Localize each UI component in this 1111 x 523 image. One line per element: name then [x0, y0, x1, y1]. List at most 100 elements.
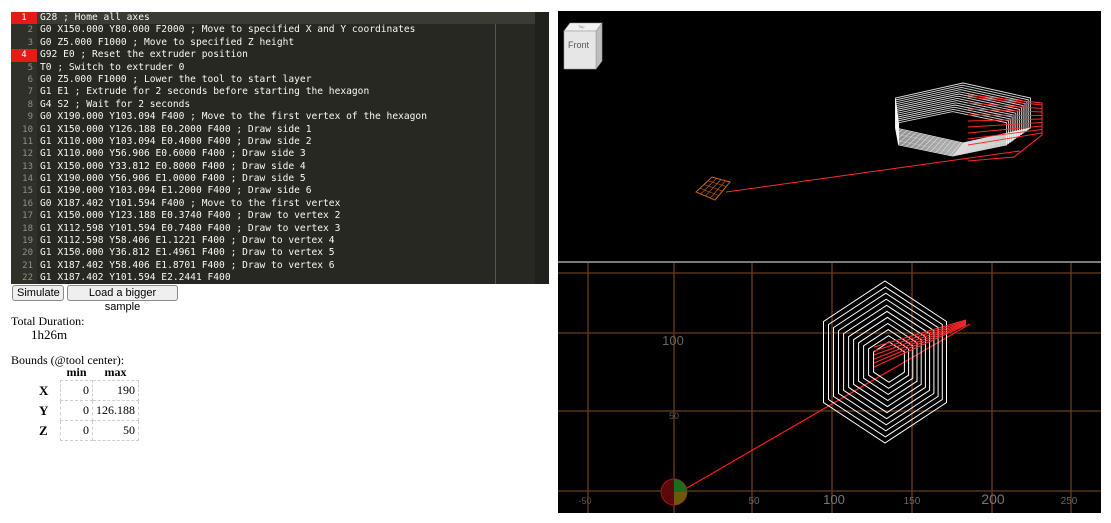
line-number: 22	[22, 273, 33, 284]
line-number: 19	[22, 236, 33, 247]
code-lines[interactable]: 1 G28 ; Home all axes 2 G0 X150.000 Y80.000…	[11, 12, 549, 284]
code-line[interactable]: 16 G0 X187.402 Y101.594 F400 ; Move to th…	[11, 198, 549, 210]
infill-line-3d	[967, 125, 1043, 134]
code-line[interactable]: 1 G28 ; Home all axes	[11, 12, 549, 25]
x-tick-label: -50	[578, 496, 591, 506]
bounds-table: min max X 0 190 Y 0 126.188 Z 0 50	[36, 365, 140, 441]
code-line[interactable]: 5 T0 ; Switch to extruder 0	[11, 62, 549, 74]
x-tick-label: 250	[1061, 496, 1078, 507]
view-cube-top-label: Top	[578, 24, 585, 29]
line-number: 13	[22, 161, 33, 172]
code-line[interactable]: 2 G0 X150.000 Y80.000 F2000 ; Move to spe…	[11, 24, 549, 36]
editor-scrollbar[interactable]	[535, 12, 549, 284]
bounds-z-max: 50	[92, 420, 140, 441]
line-number: 8	[27, 99, 33, 110]
bounds-x-max: 190	[92, 380, 140, 401]
code-line[interactable]: 13 G1 X150.000 Y33.812 E0.8000 F400 ; Dra…	[11, 161, 549, 173]
code-text: G1 E1 ; Extrude for 2 seconds before sta…	[40, 86, 370, 98]
code-line[interactable]: 7 G1 E1 ; Extrude for 2 seconds before st…	[11, 86, 549, 98]
code-line[interactable]: 15 G1 X190.000 Y103.094 E1.2000 F400 ; Dr…	[11, 185, 549, 197]
simulate-button[interactable]: Simulate	[12, 285, 64, 301]
line-number: 14	[22, 174, 33, 185]
origin-marker	[660, 478, 688, 506]
x-tick-label: 150	[904, 496, 921, 507]
y-tick-label: 50	[669, 411, 679, 421]
line-number: 10	[22, 124, 33, 135]
line-number: 15	[22, 186, 33, 197]
grid	[558, 263, 1101, 513]
line-number: 5	[27, 62, 33, 73]
code-line[interactable]: 20 G1 X150.000 Y36.812 E1.4961 F400 ; Dra…	[11, 247, 549, 259]
code-line[interactable]: 21 G1 X187.402 Y58.406 E1.8701 F400 ; Dra…	[11, 260, 549, 272]
code-line[interactable]: 22 G1 X187.402 Y101.594 E2.2441 F400	[11, 272, 549, 284]
line-number: 17	[22, 211, 33, 222]
line-number: 16	[22, 198, 33, 209]
infill-line-3d	[967, 114, 1043, 116]
bounds-header-max: max	[104, 365, 127, 379]
toolpath-2d	[823, 280, 967, 444]
x-tick-label: 100	[823, 492, 845, 507]
line-number: 6	[27, 74, 33, 85]
line-number: 7	[27, 87, 33, 98]
line-number: 11	[22, 136, 33, 147]
bounds-row-x: X 0 190	[36, 380, 140, 401]
code-line[interactable]: 19 G1 X112.598 Y58.406 E1.1221 F400 ; Dra…	[11, 235, 549, 247]
toolpath-3d	[895, 82, 1043, 162]
code-line[interactable]: 11 G1 X110.000 Y103.094 E0.4000 F400 ; Dr…	[11, 136, 549, 148]
code-text: G1 X150.000 Y123.188 E0.3740 F400 ; Draw…	[40, 210, 341, 222]
code-text: G1 X150.000 Y36.812 E1.4961 F400 ; Draw …	[40, 247, 335, 259]
bounds-header-row: min max	[36, 365, 139, 381]
gcode-editor[interactable]: 1 G28 ; Home all axes 2 G0 X150.000 Y80.000…	[11, 12, 549, 284]
code-text: G1 X112.598 Y58.406 E1.1221 F400 ; Draw …	[40, 235, 335, 247]
code-line[interactable]: 18 G1 X112.598 Y101.594 E0.7480 F400 ; Dr…	[11, 223, 549, 235]
code-line[interactable]: 17 G1 X150.000 Y123.188 E0.3740 F400 ; Dr…	[11, 210, 549, 222]
bounds-axis-z: Z	[39, 422, 48, 438]
code-text: G1 X110.000 Y56.906 E0.6000 F400 ; Draw …	[40, 148, 306, 160]
bounds-header-axis	[36, 365, 61, 381]
line-number: 21	[22, 260, 33, 271]
bounds-axis-x: X	[39, 382, 49, 398]
view-cube[interactable]: Front Top	[563, 22, 603, 70]
code-line[interactable]: 8 G4 S2 ; Wait for 2 seconds	[11, 99, 549, 111]
bounds-row-z: Z 0 50	[36, 420, 140, 441]
perspective-3d-view[interactable]: Front Top	[558, 11, 1101, 261]
top-2d-view[interactable]: -5005010015020025010050	[558, 263, 1101, 513]
code-line[interactable]: 10 G1 X150.000 Y126.188 E0.2000 F400 ; Dr…	[11, 124, 549, 136]
view-cube-front-label: Front	[568, 40, 590, 50]
code-text: G1 X190.000 Y56.906 E1.0000 F400 ; Draw …	[40, 173, 306, 185]
bounds-row-y: Y 0 126.188	[36, 400, 140, 421]
code-line[interactable]: 4 G92 E0 ; Reset the extruder position	[11, 49, 549, 62]
code-text: T0 ; Switch to extruder 0	[40, 61, 185, 73]
code-text: G1 X110.000 Y103.094 E0.4000 F400 ; Draw…	[40, 135, 312, 147]
load-bigger-sample-button[interactable]: Load a bigger sample	[67, 285, 178, 313]
code-text: G0 Z5.000 F1000 ; Lower the tool to star…	[40, 73, 312, 85]
bounds-z-min: 0	[59, 420, 94, 441]
code-text: G0 X150.000 Y80.000 F2000 ; Move to spec…	[40, 24, 416, 36]
code-line[interactable]: 12 G1 X110.000 Y56.906 E0.6000 F400 ; Dra…	[11, 148, 549, 160]
code-text: G0 Z5.000 F1000 ; Move to specified Z he…	[40, 36, 295, 48]
perspective-canvas[interactable]: Front Top	[558, 11, 1101, 261]
error-line-number: 1	[11, 12, 37, 25]
code-line[interactable]: 9 G0 X190.000 Y103.094 F400 ; Move to the…	[11, 111, 549, 123]
code-text: G1 X150.000 Y33.812 E0.8000 F400 ; Draw …	[40, 160, 306, 172]
code-text: G1 X187.402 Y58.406 E1.8701 F400 ; Draw …	[40, 259, 335, 271]
line-number: 18	[22, 223, 33, 234]
code-text: G92 E0 ; Reset the extruder position	[40, 49, 248, 61]
bounds-axis-y: Y	[39, 402, 49, 418]
code-text: G1 X112.598 Y101.594 E0.7480 F400 ; Draw…	[40, 222, 341, 234]
x-tick-label: 50	[748, 496, 760, 507]
line-number: 3	[27, 37, 33, 48]
bounds-header-min: min	[66, 365, 87, 379]
top-view-canvas[interactable]: -5005010015020025010050	[558, 263, 1101, 513]
code-line[interactable]: 14 G1 X190.000 Y56.906 E1.0000 F400 ; Dra…	[11, 173, 549, 185]
travel-line	[725, 150, 1021, 193]
x-tick-label: 200	[981, 491, 1005, 507]
y-tick-label: 100	[662, 333, 684, 348]
line-number: 9	[27, 112, 33, 123]
code-text: G1 X190.000 Y103.094 E1.2000 F400 ; Draw…	[40, 185, 312, 197]
bounds-y-max: 126.188	[92, 400, 140, 421]
code-line[interactable]: 3 G0 Z5.000 F1000 ; Move to specified Z h…	[11, 37, 549, 49]
code-text: G0 X190.000 Y103.094 F400 ; Move to the …	[40, 111, 427, 123]
line-number: 20	[22, 248, 33, 259]
code-line[interactable]: 6 G0 Z5.000 F1000 ; Lower the tool to sta…	[11, 74, 549, 86]
